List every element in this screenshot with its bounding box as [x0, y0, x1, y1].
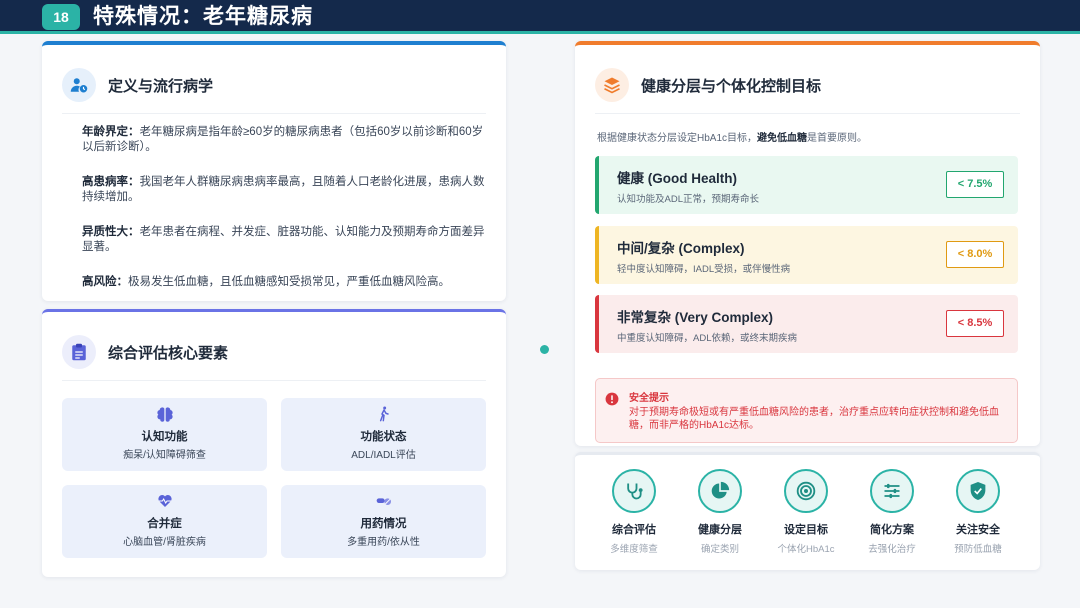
definition-term: 异质性大：	[82, 226, 140, 238]
divider	[595, 113, 1020, 114]
heartbeat-icon	[157, 493, 173, 509]
evaluation-card: 综合评估核心要素 认知功能 痴呆/认知障碍筛查 功能状态 ADL/IADL评估 …	[42, 309, 506, 577]
stratification-card-header: 健康分层与个体化控制目标	[595, 67, 821, 103]
eval-tile-medication: 用药情况 多重用药/依从性	[281, 485, 486, 558]
step-subtitle: 预防低血糖	[954, 544, 1002, 555]
tile-title: 功能状态	[360, 431, 407, 443]
step-stratification: 健康分层 确定类别	[677, 469, 763, 555]
step-title: 关注安全	[956, 524, 1000, 536]
definition-term: 高患病率：	[82, 176, 140, 188]
tile-title: 用药情况	[360, 518, 407, 530]
layers-icon	[595, 68, 629, 102]
hba1c-target-badge: < 8.5%	[946, 310, 1004, 337]
definition-text: 老年糖尿病是指年龄≥60岁的糖尿病患者（包括60岁以前诊断和60岁以后新诊断）。	[82, 126, 484, 153]
step-target: 设定目标 个体化HbA1c	[763, 469, 849, 555]
title-bar: 18 特殊情况：老年糖尿病	[0, 0, 1080, 34]
safety-alert: 安全提示 对于预期寿命极短或有严重低血糖风险的患者，治疗重点应转向症状控制和避免…	[595, 378, 1018, 443]
slide-number-badge: 18	[42, 4, 80, 30]
tier-good-health: 健康 (Good Health) 认知功能及ADL正常，预期寿命长 < 7.5%	[595, 156, 1018, 214]
stethoscope-icon	[612, 469, 656, 513]
evaluation-card-header: 综合评估核心要素	[62, 334, 228, 370]
stratification-card: 健康分层与个体化控制目标 根据健康状态分层设定HbA1c目标，避免低血糖是首要原…	[575, 41, 1040, 446]
pie-chart-icon	[698, 469, 742, 513]
tile-title: 认知功能	[141, 431, 188, 443]
workflow-steps-card: 综合评估 多维度筛查 健康分层 确定类别 设定目标 个体化HbA1c 简化方案 …	[575, 452, 1040, 570]
step-assessment: 综合评估 多维度筛查	[591, 469, 677, 555]
walking-icon	[376, 406, 392, 422]
page-title: 特殊情况：老年糖尿病	[93, 5, 313, 28]
tier-name: 非常复杂 (Very Complex)	[617, 310, 774, 325]
safety-title: 安全提示	[629, 393, 669, 404]
step-safety: 关注安全 预防低血糖	[935, 469, 1021, 555]
decorative-dot	[540, 345, 549, 354]
pills-icon	[376, 493, 392, 509]
intro-text: 根据健康状态分层设定HbA1c目标，	[597, 133, 758, 144]
tile-subtitle: 多重用药/依从性	[347, 537, 420, 548]
tile-subtitle: 心脑血管/肾脏疾病	[123, 537, 206, 548]
tile-subtitle: 痴呆/认知障碍筛查	[123, 450, 206, 461]
hba1c-target-badge: < 8.0%	[946, 241, 1004, 268]
step-title: 健康分层	[698, 524, 742, 536]
eval-tile-cognition: 认知功能 痴呆/认知障碍筛查	[62, 398, 267, 471]
tier-very-complex: 非常复杂 (Very Complex) 中重度认知障碍，ADL依赖，或终末期疾病…	[595, 295, 1018, 353]
stratification-title: 健康分层与个体化控制目标	[641, 77, 822, 95]
divider	[62, 113, 486, 114]
definition-card: 定义与流行病学 年龄界定：老年糖尿病是指年龄≥60岁的糖尿病患者（包括60岁以前…	[42, 41, 506, 301]
intro-emphasis: 避免低血糖	[757, 133, 808, 144]
step-subtitle: 多维度筛查	[610, 544, 658, 555]
tier-complex: 中间/复杂 (Complex) 轻中度认知障碍，IADL受损，或伴慢性病 < 8…	[595, 226, 1018, 284]
intro-text: 是首要原则。	[807, 133, 868, 144]
step-title: 设定目标	[784, 524, 828, 536]
eval-tile-comorbidity: 合并症 心脑血管/肾脏疾病	[62, 485, 267, 558]
sliders-icon	[870, 469, 914, 513]
tile-subtitle: ADL/IADL评估	[351, 450, 416, 461]
step-title: 简化方案	[870, 524, 914, 536]
definition-item-prevalence: 高患病率：我国老年人群糖尿病患病率最高，且随着人口老龄化进展，患病人数持续增加。	[82, 175, 494, 205]
definition-term: 高风险：	[82, 276, 128, 288]
divider	[62, 380, 486, 381]
brain-icon	[156, 406, 173, 422]
tile-title: 合并症	[147, 518, 182, 530]
definition-list: 年龄界定：老年糖尿病是指年龄≥60岁的糖尿病患者（包括60岁以前诊断和60岁以后…	[82, 125, 494, 310]
clipboard-icon	[62, 335, 96, 369]
alert-circle-icon	[605, 392, 619, 406]
safety-text: 对于预期寿命极短或有严重低血糖风险的患者，治疗重点应转向症状控制和避免低血糖，而…	[629, 407, 999, 431]
step-subtitle: 确定类别	[700, 544, 739, 555]
definition-item-risk: 高风险：极易发生低血糖，且低血糖感知受损常见，严重低血糖风险高。	[82, 275, 494, 290]
definition-title: 定义与流行病学	[108, 77, 214, 95]
tier-description: 轻中度认知障碍，IADL受损，或伴慢性病	[617, 264, 791, 275]
definition-card-header: 定义与流行病学	[62, 67, 213, 103]
tier-description: 中重度认知障碍，ADL依赖，或终末期疾病	[617, 333, 797, 344]
target-icon	[784, 469, 828, 513]
definition-text: 老年患者在病程、并发症、脏器功能、认知能力及预期寿命方面差异显著。	[82, 226, 485, 253]
tier-name: 健康 (Good Health)	[617, 171, 737, 186]
stratification-intro: 根据健康状态分层设定HbA1c目标，避免低血糖是首要原则。	[597, 129, 867, 144]
step-simplify: 简化方案 去强化治疗	[849, 469, 935, 555]
eval-tile-function: 功能状态 ADL/IADL评估	[281, 398, 486, 471]
step-subtitle: 个体化HbA1c	[777, 544, 835, 555]
shield-icon	[956, 469, 1000, 513]
definition-item-heterogeneity: 异质性大：老年患者在病程、并发症、脏器功能、认知能力及预期寿命方面差异显著。	[82, 225, 494, 255]
definition-term: 年龄界定：	[82, 126, 140, 138]
user-clock-icon	[62, 68, 96, 102]
definition-text: 极易发生低血糖，且低血糖感知受损常见，严重低血糖风险高。	[128, 276, 450, 288]
evaluation-title: 综合评估核心要素	[108, 344, 229, 362]
tier-description: 认知功能及ADL正常，预期寿命长	[617, 194, 759, 205]
hba1c-target-badge: < 7.5%	[946, 171, 1004, 198]
definition-text: 我国老年人群糖尿病患病率最高，且随着人口老龄化进展，患病人数持续增加。	[82, 176, 485, 203]
step-subtitle: 去强化治疗	[868, 544, 916, 555]
tier-name: 中间/复杂 (Complex)	[617, 241, 745, 256]
step-title: 综合评估	[612, 524, 656, 536]
definition-item-age: 年龄界定：老年糖尿病是指年龄≥60岁的糖尿病患者（包括60岁以前诊断和60岁以后…	[82, 125, 494, 155]
